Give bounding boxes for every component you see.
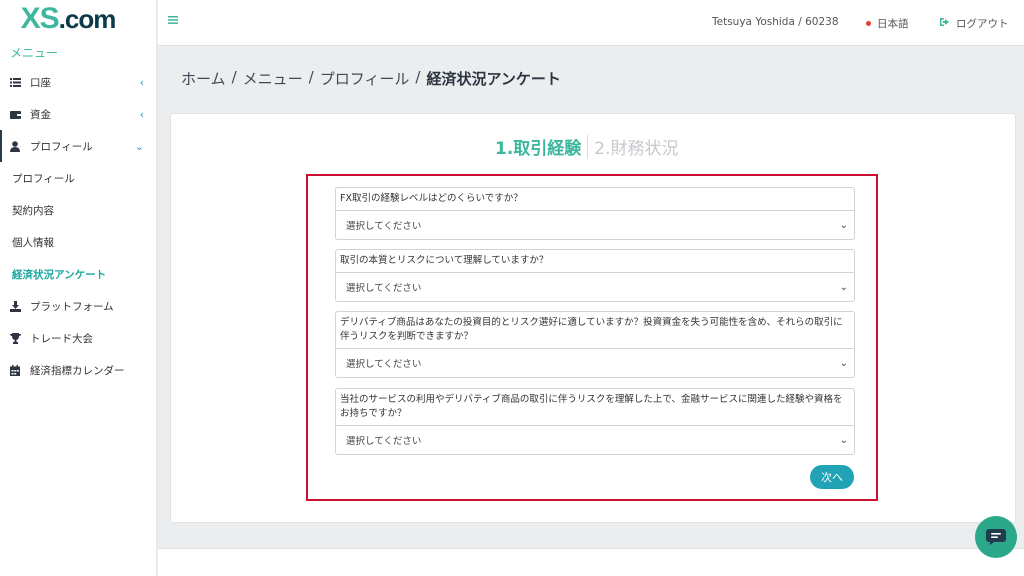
sidebar-subitem-financial-survey[interactable]: 経済状況アンケート bbox=[0, 258, 156, 290]
breadcrumb-separator: / bbox=[308, 68, 314, 86]
user-info[interactable]: Tetsuya Yoshida / 60238 bbox=[712, 16, 839, 28]
chat-icon bbox=[986, 529, 1006, 545]
question-label: デリバティブ商品はあなたの投資目的とリスク選好に適していますか？投資資金を失う可… bbox=[335, 311, 855, 348]
sidebar-item-platform[interactable]: プラットフォーム bbox=[0, 290, 156, 322]
question-label: FX取引の経験レベルはどのくらいですか？ bbox=[335, 187, 855, 210]
language-selector[interactable]: 日本語 bbox=[866, 16, 909, 31]
select-value: 選択してください bbox=[346, 283, 422, 294]
chevron-down-icon: ⌄ bbox=[839, 435, 848, 446]
language-label: 日本語 bbox=[877, 18, 909, 30]
user-icon bbox=[10, 140, 30, 152]
select-value: 選択してください bbox=[346, 436, 422, 447]
question-4-select[interactable]: 選択してください ⌄ bbox=[335, 425, 855, 455]
footer-bar bbox=[158, 548, 1024, 576]
breadcrumb-profile[interactable]: プロフィール bbox=[320, 68, 410, 89]
chat-widget-button[interactable] bbox=[975, 516, 1017, 558]
chevron-down-icon: ⌄ bbox=[839, 220, 848, 231]
sidebar-subitem-personal-info[interactable]: 個人情報 bbox=[0, 226, 156, 258]
japan-flag-icon bbox=[866, 21, 871, 26]
question-2: 取引の本質とリスクについて理解していますか？ 選択してください ⌄ bbox=[335, 249, 855, 302]
logo-suffix: .com bbox=[58, 4, 117, 34]
select-value: 選択してください bbox=[346, 221, 422, 232]
sidebar-item-label: 口座 bbox=[30, 76, 51, 89]
sidebar-subitem-contract[interactable]: 契約内容 bbox=[0, 194, 156, 226]
sidebar-item-economic-calendar[interactable]: 経済指標カレンダー bbox=[0, 354, 156, 386]
sidebar-item-label: トレード大会 bbox=[30, 332, 93, 345]
step-trading-experience: 1.取引経験 bbox=[495, 139, 582, 159]
sidebar-item-label: プラットフォーム bbox=[30, 300, 114, 313]
download-icon bbox=[10, 300, 30, 312]
list-icon bbox=[10, 77, 30, 87]
trophy-icon bbox=[10, 332, 30, 344]
chevron-down-icon: ⌄ bbox=[839, 358, 848, 369]
logout-label: ログアウト bbox=[956, 18, 1009, 30]
breadcrumb-menu[interactable]: メニュー bbox=[243, 68, 303, 89]
logo-mark: XS bbox=[20, 2, 60, 35]
sidebar-subitem-profile[interactable]: プロフィール bbox=[0, 162, 156, 194]
sidebar-item-account[interactable]: 口座 ‹ bbox=[0, 66, 156, 98]
step-divider bbox=[587, 134, 589, 159]
question-2-select[interactable]: 選択してください ⌄ bbox=[335, 272, 855, 302]
chevron-down-icon: ⌄ bbox=[134, 139, 144, 153]
sidebar: XS.com メニュー 口座 ‹ 資金 ‹ プロフィール ⌄ プロフィール 契約… bbox=[0, 0, 157, 576]
breadcrumb: ホーム / メニュー / プロフィール / 経済状況アンケート bbox=[181, 68, 561, 89]
question-3-select[interactable]: 選択してください ⌄ bbox=[335, 348, 855, 378]
breadcrumb-home[interactable]: ホーム bbox=[181, 68, 226, 89]
calendar-icon bbox=[10, 364, 30, 376]
select-value: 選択してください bbox=[346, 359, 422, 370]
survey-card: 1.取引経験 2.財務状況 FX取引の経験レベルはどのくらいですか？ 選択してく… bbox=[170, 113, 1016, 523]
menu-heading: メニュー bbox=[10, 46, 59, 60]
chevron-left-icon: ‹ bbox=[139, 75, 144, 89]
sidebar-item-trade-contest[interactable]: トレード大会 bbox=[0, 322, 156, 354]
sidebar-item-label: プロフィール bbox=[30, 140, 93, 153]
question-4: 当社のサービスの利用やデリバティブ商品の取引に伴うリスクを理解した上で、金融サー… bbox=[335, 388, 855, 455]
top-header: Tetsuya Yoshida / 60238 日本語 ログアウト bbox=[158, 0, 1024, 46]
question-1-select[interactable]: 選択してください ⌄ bbox=[335, 210, 855, 240]
sidebar-item-label: 資金 bbox=[30, 108, 51, 121]
sidebar-item-profile[interactable]: プロフィール ⌄ bbox=[0, 130, 156, 162]
question-1: FX取引の経験レベルはどのくらいですか？ 選択してください ⌄ bbox=[335, 187, 855, 240]
step-indicator: 1.取引経験 2.財務状況 bbox=[495, 134, 679, 159]
chevron-down-icon: ⌄ bbox=[839, 282, 848, 293]
breadcrumb-separator: / bbox=[231, 68, 237, 86]
logout-button[interactable]: ログアウト bbox=[940, 16, 1009, 31]
chevron-left-icon: ‹ bbox=[139, 107, 144, 121]
step-financial-status: 2.財務状況 bbox=[594, 139, 679, 159]
question-3: デリバティブ商品はあなたの投資目的とリスク選好に適していますか？投資資金を失う可… bbox=[335, 311, 855, 378]
logo[interactable]: XS.com bbox=[0, 0, 156, 38]
next-button[interactable]: 次へ bbox=[810, 465, 854, 489]
breadcrumb-separator: / bbox=[415, 68, 421, 86]
breadcrumb-current: 経済状況アンケート bbox=[426, 70, 561, 88]
sidebar-item-label: 経済指標カレンダー bbox=[30, 364, 125, 377]
wallet-icon bbox=[10, 110, 30, 119]
sidebar-item-funds[interactable]: 資金 ‹ bbox=[0, 98, 156, 130]
question-label: 当社のサービスの利用やデリバティブ商品の取引に伴うリスクを理解した上で、金融サー… bbox=[335, 388, 855, 425]
question-label: 取引の本質とリスクについて理解していますか？ bbox=[335, 249, 855, 272]
logout-icon bbox=[940, 17, 951, 30]
hamburger-menu-icon[interactable] bbox=[168, 15, 178, 25]
